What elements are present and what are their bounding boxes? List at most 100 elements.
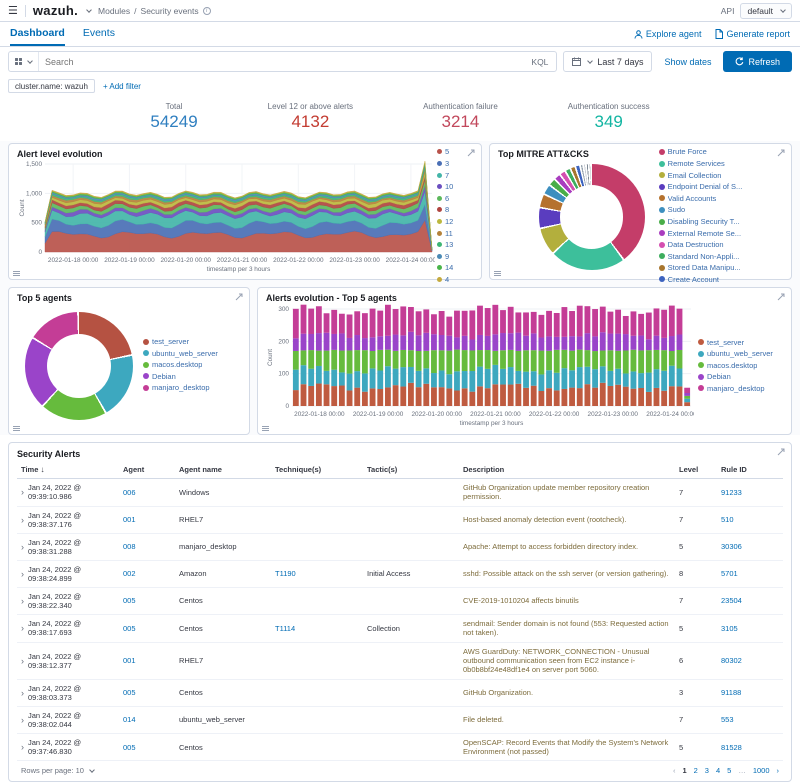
page-button-2[interactable]: 2	[694, 766, 698, 775]
legend-item[interactable]: ubuntu_web_server	[143, 349, 218, 358]
legend-item[interactable]: Remote Services	[658, 159, 743, 168]
legend-toggle-icon[interactable]	[262, 426, 269, 431]
legend-item[interactable]: Disabling Security T...	[658, 217, 743, 226]
table-row[interactable]: › Jan 24, 2022 @ 09:38:03.373 005 Centos Git…	[17, 680, 783, 707]
legend-item[interactable]: 4	[437, 275, 453, 284]
table-row[interactable]: › Jan 24, 2022 @ 09:38:12.377 001 RHEL7 AWS …	[17, 643, 783, 680]
rows-per-page-selector[interactable]: Rows per page: 10	[21, 766, 95, 775]
expand-icon[interactable]	[235, 293, 243, 301]
cell-rule-id-link[interactable]: 553	[721, 715, 779, 724]
column-agent-name[interactable]: Agent name	[179, 465, 271, 474]
page-button-1[interactable]: 1	[682, 766, 686, 775]
cell-rule-id-link[interactable]: 510	[721, 515, 779, 524]
cell-agent-link[interactable]: 001	[123, 656, 175, 665]
legend-item[interactable]: test_server	[143, 337, 218, 346]
legend-item[interactable]: Debian	[143, 372, 218, 381]
legend-item[interactable]: Data Destruction	[658, 240, 743, 249]
cell-rule-id-link[interactable]: 5701	[721, 569, 779, 578]
column-techniques[interactable]: Technique(s)	[275, 465, 363, 474]
cell-technique[interactable]: T1190	[275, 569, 363, 578]
expand-row-icon[interactable]: ›	[21, 542, 24, 552]
cell-rule-id-link[interactable]: 3105	[721, 624, 779, 633]
stacked-bar-chart[interactable]: 0 100 200 300 2022-01-18 00:00 2022-01-19 00:…	[266, 303, 694, 430]
tab-dashboard[interactable]: Dashboard	[10, 22, 65, 46]
column-time[interactable]: Time ↓	[21, 465, 119, 474]
legend-item[interactable]: Sudo	[658, 205, 743, 214]
legend-item[interactable]: test_server	[698, 338, 773, 347]
expand-row-icon[interactable]: ›	[21, 623, 24, 633]
explore-agent-button[interactable]: Explore agent	[634, 29, 701, 39]
expand-row-icon[interactable]: ›	[21, 688, 24, 698]
legend-item[interactable]: manjaro_desktop	[143, 383, 218, 392]
legend-item[interactable]: 14	[437, 263, 453, 272]
info-icon[interactable]: i	[202, 6, 211, 15]
cell-agent-link[interactable]: 005	[123, 624, 175, 633]
cell-rule-id-link[interactable]: 91188	[721, 688, 779, 697]
tab-events[interactable]: Events	[83, 22, 115, 46]
legend-item[interactable]: 7	[437, 171, 453, 180]
page-button-1000[interactable]: 1000	[753, 766, 770, 775]
filter-chip[interactable]: cluster.name: wazuh	[8, 79, 95, 93]
cell-rule-id-link[interactable]: 80302	[721, 656, 779, 665]
expand-row-icon[interactable]: ›	[21, 569, 24, 579]
table-row[interactable]: › Jan 24, 2022 @ 09:38:31.288 008 manjaro_d…	[17, 534, 783, 561]
column-rule-id[interactable]: Rule ID	[721, 465, 779, 474]
cell-agent-link[interactable]: 001	[123, 515, 175, 524]
cell-technique[interactable]: T1114	[275, 624, 363, 633]
expand-icon[interactable]	[777, 149, 785, 157]
legend-toggle-icon[interactable]	[13, 271, 20, 276]
legend-item[interactable]: 13	[437, 240, 453, 249]
expand-icon[interactable]	[467, 149, 475, 157]
legend-item[interactable]: Valid Accounts	[658, 194, 743, 203]
expand-icon[interactable]	[777, 448, 785, 456]
cell-rule-id-link[interactable]: 91233	[721, 488, 779, 497]
legend-item[interactable]: Email Collection	[658, 171, 743, 180]
kql-toggle[interactable]: KQL	[523, 57, 556, 67]
mitre-donut-chart[interactable]	[538, 164, 645, 270]
legend-toggle-icon[interactable]	[494, 271, 501, 276]
stat-value[interactable]: 349	[568, 112, 650, 132]
page-button-5[interactable]: 5	[727, 766, 731, 775]
legend-item[interactable]: 11	[437, 229, 453, 238]
api-selector[interactable]: default	[740, 2, 792, 19]
column-description[interactable]: Description	[463, 465, 675, 474]
legend-item[interactable]: 9	[437, 252, 453, 261]
expand-row-icon[interactable]: ›	[21, 515, 24, 525]
expand-row-icon[interactable]: ›	[21, 487, 24, 497]
cell-agent-link[interactable]: 008	[123, 542, 175, 551]
add-filter-button[interactable]: + Add filter	[103, 82, 141, 91]
expand-row-icon[interactable]: ›	[21, 656, 24, 666]
column-agent[interactable]: Agent	[123, 465, 175, 474]
generate-report-button[interactable]: Generate report	[715, 29, 790, 39]
chevron-down-icon[interactable]	[86, 6, 92, 13]
prev-page-button[interactable]: ‹	[673, 766, 676, 775]
cell-agent-link[interactable]: 002	[123, 569, 175, 578]
legend-item[interactable]: Standard Non-Appli...	[658, 252, 743, 261]
legend-item[interactable]: External Remote Se...	[658, 229, 743, 238]
table-row[interactable]: › Jan 24, 2022 @ 09:38:17.693 005 Centos T11…	[17, 615, 783, 643]
legend-item[interactable]: Brute Force	[658, 147, 743, 156]
search-input[interactable]	[39, 56, 524, 67]
legend-item[interactable]: 12	[437, 217, 453, 226]
legend-item[interactable]: Debian	[698, 372, 773, 381]
show-dates-button[interactable]: Show dates	[658, 57, 717, 67]
expand-row-icon[interactable]: ›	[21, 715, 24, 725]
legend-item[interactable]: Stored Data Manipu...	[658, 263, 743, 272]
stat-value[interactable]: 54249	[150, 112, 197, 132]
legend-item[interactable]: 6	[437, 194, 453, 203]
expand-row-icon[interactable]: ›	[21, 596, 24, 606]
table-row[interactable]: › Jan 24, 2022 @ 09:37:46.830 005 Centos Ope…	[17, 734, 783, 762]
table-row[interactable]: › Jan 24, 2022 @ 09:38:37.176 001 RHEL7 Host…	[17, 507, 783, 534]
cell-agent-link[interactable]: 014	[123, 715, 175, 724]
column-level[interactable]: Level	[679, 465, 717, 474]
cell-rule-id-link[interactable]: 23504	[721, 596, 779, 605]
breadcrumb-modules[interactable]: Modules	[98, 6, 130, 16]
cell-agent-link[interactable]: 006	[123, 488, 175, 497]
breadcrumb-security-events[interactable]: Security events	[141, 6, 199, 16]
cell-rule-id-link[interactable]: 81528	[721, 743, 779, 752]
agents-donut-chart[interactable]	[25, 312, 133, 420]
stat-value[interactable]: 4132	[268, 112, 353, 132]
cell-agent-link[interactable]: 005	[123, 688, 175, 697]
legend-item[interactable]: Endpoint Denial of S...	[658, 182, 742, 191]
legend-item[interactable]: 8	[437, 205, 453, 214]
